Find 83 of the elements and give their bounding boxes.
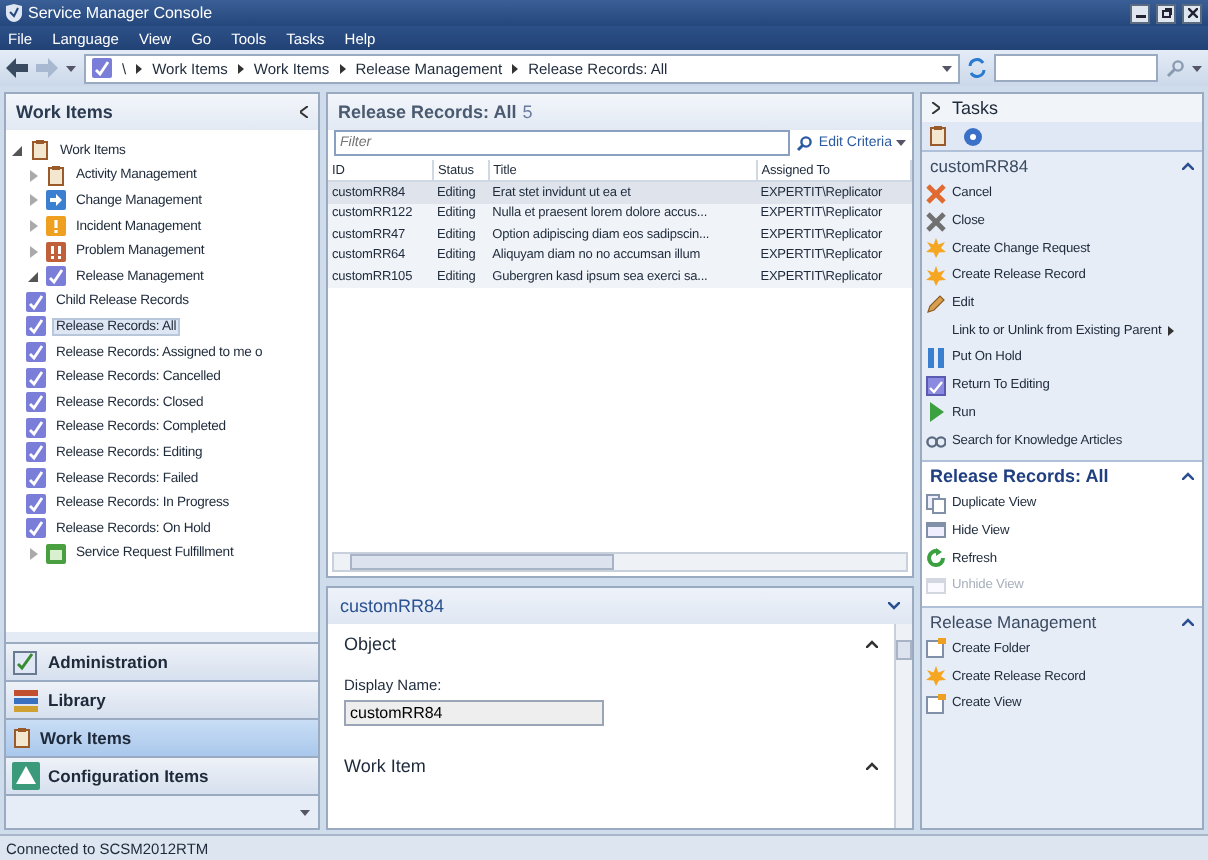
pane-title: Work Items bbox=[16, 102, 113, 122]
chevron-icon bbox=[339, 63, 346, 73]
section-title: Release Records: All bbox=[930, 465, 1109, 486]
restore-button[interactable] bbox=[1156, 3, 1176, 23]
nav-button[interactable]: Configuration Items bbox=[6, 756, 318, 794]
release-icon bbox=[46, 266, 66, 287]
pause-icon bbox=[926, 347, 946, 368]
close-button[interactable] bbox=[1182, 3, 1202, 23]
close-icon bbox=[1187, 8, 1197, 18]
display-name-field[interactable]: customRR84 bbox=[344, 700, 604, 726]
arrow-icon bbox=[46, 190, 66, 211]
section-title: Release Management bbox=[930, 611, 1097, 632]
caret-icon[interactable] bbox=[896, 140, 906, 146]
section-title: Object bbox=[344, 634, 397, 654]
collapse-caret-icon[interactable] bbox=[866, 762, 878, 770]
clipboard-icon bbox=[928, 126, 948, 146]
collapse-icon[interactable] bbox=[300, 106, 308, 118]
expand-icon[interactable] bbox=[932, 102, 940, 114]
collapse-caret-icon[interactable] bbox=[888, 602, 900, 610]
restore-icon bbox=[1161, 8, 1171, 18]
window-icon bbox=[926, 520, 946, 541]
detail-title: customRR84 bbox=[340, 596, 445, 616]
release-icon bbox=[26, 291, 46, 312]
cross-icon bbox=[926, 183, 946, 204]
chevron-icon bbox=[136, 63, 143, 73]
caret-icon[interactable] bbox=[942, 65, 952, 71]
window-icon bbox=[926, 575, 946, 596]
chevron-icon bbox=[237, 63, 244, 73]
search-field[interactable] bbox=[994, 54, 1158, 82]
pane-title: Tasks bbox=[952, 98, 999, 118]
play-icon bbox=[926, 402, 946, 423]
scrollbar[interactable] bbox=[894, 624, 912, 828]
collapse-arrow-icon[interactable] bbox=[28, 271, 38, 282]
clipboard-icon bbox=[12, 728, 32, 748]
more-caret-icon[interactable] bbox=[300, 809, 310, 815]
clipboard-icon bbox=[30, 140, 50, 161]
chevron-icon bbox=[512, 63, 519, 73]
release-icon bbox=[92, 58, 112, 78]
release-icon bbox=[26, 493, 46, 514]
release-icon bbox=[26, 417, 46, 438]
cross-icon bbox=[926, 211, 946, 232]
checklist-icon bbox=[12, 648, 40, 676]
warning-icon bbox=[46, 216, 66, 237]
release-icon bbox=[26, 316, 46, 337]
release-icon bbox=[26, 392, 46, 413]
collapse-caret-icon[interactable] bbox=[1182, 471, 1194, 480]
release-icon bbox=[26, 342, 46, 363]
refresh-icon bbox=[926, 548, 946, 569]
release-icon bbox=[26, 367, 46, 388]
problem-icon bbox=[46, 241, 66, 262]
submenu-arrow-icon bbox=[1167, 325, 1174, 336]
collapse-caret-icon[interactable] bbox=[1182, 617, 1194, 626]
collapse-arrow-icon[interactable] bbox=[12, 145, 22, 156]
pencil-icon bbox=[926, 293, 946, 314]
nav-button[interactable]: Administration bbox=[6, 642, 318, 680]
window-title: Service Manager Console bbox=[28, 4, 215, 22]
sun-icon bbox=[926, 238, 946, 259]
collapse-caret-icon[interactable] bbox=[866, 640, 878, 648]
scrollbar[interactable] bbox=[332, 552, 908, 572]
minimize-button[interactable] bbox=[1130, 3, 1150, 23]
release-icon bbox=[26, 468, 46, 489]
list-title: Release Records: All bbox=[338, 102, 517, 122]
triangle-icon bbox=[12, 762, 40, 790]
package-icon bbox=[46, 543, 66, 564]
section-title: Work Item bbox=[344, 756, 426, 776]
sun-icon bbox=[926, 265, 946, 286]
sun-icon bbox=[926, 666, 946, 687]
clipboard-icon bbox=[46, 165, 66, 186]
back-icon[interactable] bbox=[6, 58, 28, 78]
caret-icon[interactable] bbox=[1192, 65, 1202, 71]
books-icon bbox=[12, 686, 40, 714]
nav-button[interactable]: Library bbox=[6, 680, 318, 718]
collapse-caret-icon[interactable] bbox=[1182, 162, 1194, 170]
caret-icon[interactable] bbox=[66, 65, 76, 71]
glasses-icon bbox=[926, 430, 946, 451]
release-icon bbox=[26, 518, 46, 539]
release-icon bbox=[26, 442, 46, 463]
search-icon[interactable] bbox=[796, 135, 813, 151]
item-count: 5 bbox=[522, 102, 533, 122]
refresh-icon[interactable] bbox=[968, 58, 986, 78]
nav-button[interactable]: Work Items bbox=[6, 718, 318, 756]
shield-icon bbox=[6, 4, 22, 22]
section-title: customRR84 bbox=[930, 156, 1029, 176]
